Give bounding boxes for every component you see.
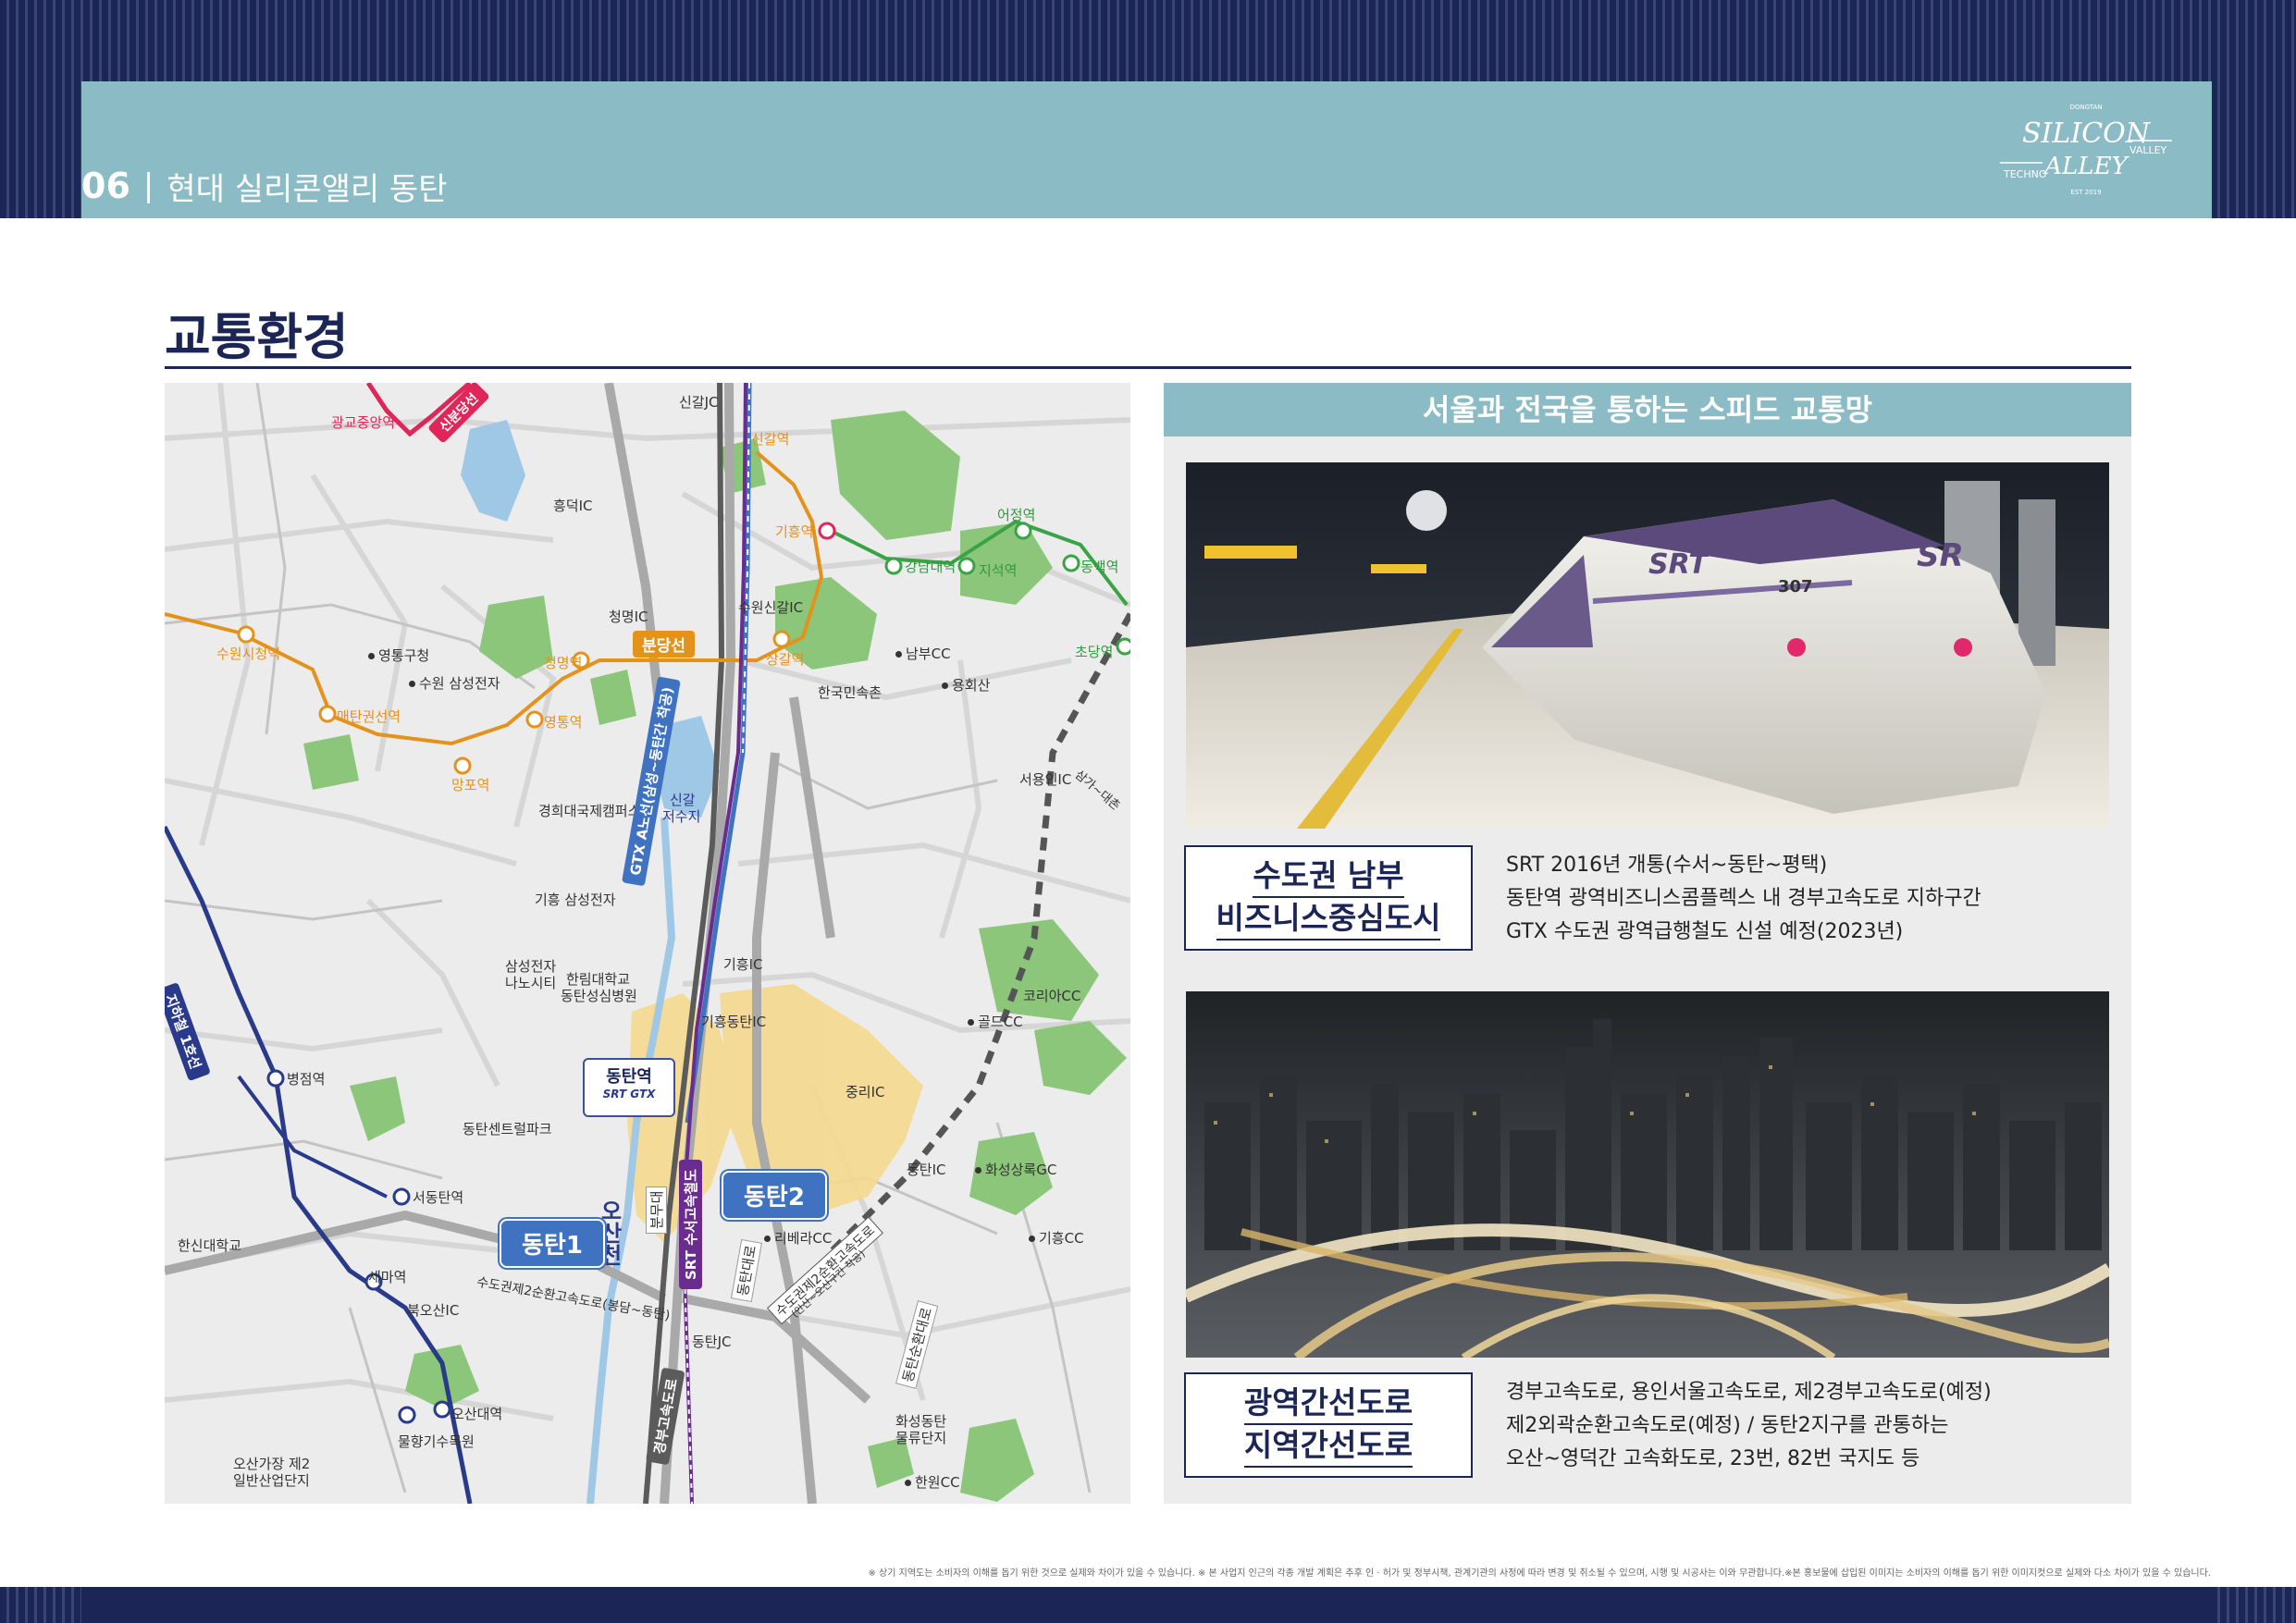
map-label-osan-univ: 오산대역 xyxy=(451,1406,503,1422)
panel-heading: 서울과 전국을 통하는 스피드 교통망 xyxy=(1164,383,2131,436)
section-label: 06 | 현대 실리콘앨리 동탄 xyxy=(81,163,448,209)
footer-bar xyxy=(81,1587,2212,1623)
map-label-gangnam-univ: 강남대역 xyxy=(905,559,957,575)
tag-business-city: 수도권 남부 비즈니스중심도시 xyxy=(1184,845,1473,951)
logo-right-text: VALLEY xyxy=(2129,144,2167,156)
tag1-line2: 비즈니스중심도시 xyxy=(1216,898,1441,941)
map-label-seodongtan: 서동탄역 xyxy=(413,1189,464,1206)
logo-left-text: TECHNO xyxy=(2003,168,2047,180)
map-label-samsung-2: 나노시티 xyxy=(505,975,557,991)
map-label-maetan: 매탄권선역 xyxy=(337,708,401,725)
desc1-line: SRT 2016년 개통(수서~동탄~평택) xyxy=(1506,854,1828,877)
map-label-hanshin-univ: 한신대학교 xyxy=(178,1237,242,1254)
map-label-yonghoesan: 용회산 xyxy=(942,675,990,695)
map-label-yeongtong: 영통역 xyxy=(544,714,583,731)
map-label-mulhyang: 물향기수목원 xyxy=(398,1433,475,1450)
desc-business-city: SRT 2016년 개통(수서~동탄~평택) 동탄역 광역비즈니스콤플렉스 내 … xyxy=(1506,849,1981,949)
logo-line2: ALLEY xyxy=(2043,153,2129,180)
map-label-srt: SRT 수서고속철도 xyxy=(679,1160,702,1289)
map-label-gwanggyo: 광교중앙역 xyxy=(331,414,396,431)
desc2-line: 제2외곽순환고속도로(예정) / 동탄2지구를 관통하는 xyxy=(1506,1414,1949,1437)
map-label-giheung-ic: 기흥IC xyxy=(723,956,763,973)
map-label-osan-gajang-2: 일반산업단지 xyxy=(233,1472,310,1489)
logo-bottom-text: EST 2019 xyxy=(2070,189,2101,196)
map-label-yeongtong-gu: 영통구청 xyxy=(368,646,429,665)
tag1-line1: 수도권 남부 xyxy=(1253,855,1404,898)
map-label-singal-jc: 신갈JC xyxy=(679,394,719,411)
page-title: 교통환경 xyxy=(165,308,349,366)
speed-transport-panel: 서울과 전국을 통하는 스피드 교통망 SR SRT 307 수도권 남부 비즈… xyxy=(1164,383,2131,1504)
map-label-seoyongin-ic: 서용인IC xyxy=(1019,771,1072,788)
map-label-mangpo: 망포역 xyxy=(451,777,490,793)
map-label-hwaseong-gc: 화성상록GC xyxy=(975,1160,1056,1179)
map-label-bundang-line: 분당선 xyxy=(633,631,695,658)
map-label-suwon-samsung: 수원 삼성전자 xyxy=(409,673,500,693)
tag-arterial-roads: 광역간선도로 지역간선도로 xyxy=(1184,1372,1473,1478)
section-number: 06 xyxy=(81,166,130,206)
map-label-cheongmyeong-ic: 청명IC xyxy=(609,609,648,625)
dongtan2-label: 동탄2 xyxy=(722,1171,827,1220)
map-label-hallym-2: 동탄성심병원 xyxy=(561,988,637,1004)
map-label-hanwon-cc: 한원CC xyxy=(905,1472,960,1492)
disclaimer-footnote: ※ 상기 지역도는 소비자의 이해를 돕기 위한 것으로 실제와 차이가 있을 … xyxy=(868,1568,2211,1579)
dongtan-station-name: 동탄역 xyxy=(606,1067,652,1087)
map-label-giheung-samsung: 기흥 삼성전자 xyxy=(535,891,616,908)
train-number: 307 xyxy=(1778,577,1813,596)
dongtan1-label: 동탄1 xyxy=(500,1219,605,1268)
line1-subway xyxy=(165,825,473,1504)
map-label-cheongmyeong-station: 청명역 xyxy=(544,655,583,671)
map-label-logistics-2: 물류단지 xyxy=(895,1430,947,1446)
dongtan-station-lines: SRT GTX xyxy=(602,1088,656,1100)
silicon-alley-logo: DONGTAN SILICON ALLEY TECHNO VALLEY EST … xyxy=(1998,96,2174,205)
city-highway-photo xyxy=(1186,991,2109,1358)
map-label-dongtan-ic: 동탄IC xyxy=(907,1162,946,1178)
desc2-line: 오산~영덕간 고속화도로, 23번, 82번 국지도 등 xyxy=(1506,1447,1920,1470)
map-label-nambu-cc: 남부CC xyxy=(895,644,951,663)
map-label-byeongjeom: 병점역 xyxy=(287,1071,326,1088)
title-divider xyxy=(165,366,2131,369)
map-base-svg xyxy=(165,383,1130,1504)
map-label-buk-osan-ic: 북오산IC xyxy=(407,1302,460,1319)
tag2-line2: 지역간선도로 xyxy=(1243,1425,1413,1468)
section-title: 현대 실리콘앨리 동탄 xyxy=(167,170,448,208)
desc1-line: 동탄역 광역비즈니스콤플렉스 내 경부고속도로 지하구간 xyxy=(1506,887,1981,910)
map-label-suwon-singal-ic: 수원신갈IC xyxy=(738,599,804,616)
map-label-korea-cc: 코리아CC xyxy=(1023,988,1081,1004)
train-side-logo: SRT xyxy=(1648,548,1710,581)
map-label-giheung-station: 기흥역 xyxy=(775,523,814,540)
map-label-gold-cc: 골드CC xyxy=(968,1012,1023,1031)
map-label-sanggal: 상갈역 xyxy=(766,651,805,668)
map-label-giheung-cc: 기흥CC xyxy=(1029,1228,1084,1248)
map-label-riviera-cc: 리베라CC xyxy=(764,1228,832,1248)
map-label-bunmyeongdae: 분무대 xyxy=(646,1186,667,1234)
train-front-logo: SR xyxy=(1917,537,1964,574)
srt-train-photo: SR SRT 307 xyxy=(1186,462,2109,829)
map-label-sema: 세마역 xyxy=(368,1269,407,1285)
map-label-dongtan-jc: 동탄JC xyxy=(692,1334,732,1350)
map-label-kyunghee: 경희대국제캠퍼스 xyxy=(538,803,641,819)
map-label-central-park: 동탄센트럴파크 xyxy=(463,1121,552,1137)
map-label-jiseok: 지석역 xyxy=(979,562,1018,579)
map-label-dongbaek: 동백역 xyxy=(1080,559,1119,575)
map-label-giheung-dongtan-ic: 기흥동탄IC xyxy=(701,1014,767,1030)
map-label-folk-village: 한국민속촌 xyxy=(818,684,883,701)
desc2-line: 경부고속도로, 용인서울고속도로, 제2경부고속도로(예정) xyxy=(1506,1381,1992,1404)
tag2-line1: 광역간선도로 xyxy=(1243,1383,1413,1425)
section-divider: | xyxy=(142,167,154,204)
map-label-chodang: 초당역 xyxy=(1075,644,1114,660)
map-label-eojeong: 어정역 xyxy=(997,507,1036,523)
desc-arterial-roads: 경부고속도로, 용인서울고속도로, 제2경부고속도로(예정) 제2외곽순환고속도… xyxy=(1506,1376,1992,1476)
map-label-suwon-city-hall: 수원시청역 xyxy=(216,646,281,662)
map-label-heungdeok-ic: 흥덕IC xyxy=(553,498,593,514)
desc1-line: GTX 수도권 광역급행철도 신설 예정(2023년) xyxy=(1506,920,1904,943)
dongtan-station-marker: 동탄역 SRT GTX xyxy=(583,1058,675,1117)
map-label-singal-station: 신갈역 xyxy=(751,431,790,448)
transport-map: 광교중앙역 신분당선 신갈JC 신갈역 흥덕IC 기흥역 어정역 강남대역 지석… xyxy=(165,383,1130,1504)
map-label-jungni-ic: 중리IC xyxy=(846,1084,885,1100)
logo-top-text: DONGTAN xyxy=(2069,104,2102,111)
map-label-reservoir-2: 저수지 xyxy=(662,808,701,825)
